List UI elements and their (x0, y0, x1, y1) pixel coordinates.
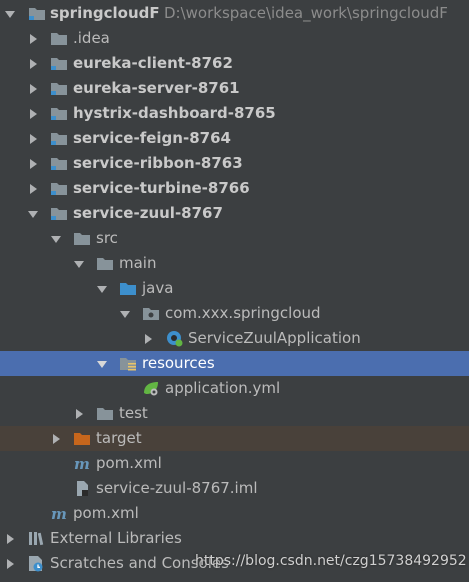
module-folder-icon (28, 5, 46, 22)
tree-label: pom.xml (96, 454, 162, 472)
module-folder-icon (50, 80, 68, 97)
project-path: D:\workspace\idea_work\springcloudF (164, 4, 448, 22)
chevron-right-icon[interactable] (27, 108, 39, 120)
chevron-right-icon[interactable] (73, 408, 85, 420)
chevron-right-icon[interactable] (27, 183, 39, 195)
tree-label: service-ribbon-8763 (73, 154, 243, 172)
tree-row-target[interactable]: target (0, 426, 469, 451)
tree-label: ServiceZuulApplication (188, 329, 361, 347)
folder-icon (96, 405, 114, 422)
chevron-down-icon[interactable] (4, 8, 16, 20)
tree-label: application.yml (165, 379, 281, 397)
tree-row-src[interactable]: src (0, 226, 469, 251)
module-folder-icon (50, 180, 68, 197)
folder-icon (50, 30, 68, 47)
tree-row-test[interactable]: test (0, 401, 469, 426)
tree-row-root-pom[interactable]: m pom.xml (0, 501, 469, 526)
maven-icon: m (73, 455, 91, 473)
module-folder-icon (50, 105, 68, 122)
tree-label: eureka-client-8762 (73, 54, 233, 72)
folder-icon (73, 230, 91, 247)
chevron-right-icon[interactable] (4, 533, 16, 545)
excluded-folder-icon (73, 430, 91, 447)
tree-label: test (119, 404, 148, 422)
tree-row-zuul-iml[interactable]: service-zuul-8767.iml (0, 476, 469, 501)
spring-boot-class-icon (165, 330, 183, 347)
tree-row-eureka-server[interactable]: eureka-server-8761 (0, 76, 469, 101)
tree-row-resources[interactable]: resources (0, 351, 469, 376)
module-file-icon (73, 480, 91, 497)
module-folder-icon (50, 205, 68, 222)
chevron-down-icon[interactable] (50, 233, 62, 245)
tree-row-eureka-client[interactable]: eureka-client-8762 (0, 51, 469, 76)
resources-folder-icon (119, 355, 137, 372)
tree-row-external-libraries[interactable]: External Libraries (0, 526, 469, 551)
scratches-icon (27, 555, 45, 572)
tree-row-main[interactable]: main (0, 251, 469, 276)
svg-text:m: m (74, 455, 90, 472)
project-name: springcloudF (50, 4, 160, 22)
tree-label: resources (142, 354, 215, 372)
chevron-right-icon[interactable] (27, 158, 39, 170)
tree-row-package[interactable]: com.xxx.springcloud (0, 301, 469, 326)
tree-row-application-yml[interactable]: application.yml (0, 376, 469, 401)
chevron-right-icon[interactable] (27, 58, 39, 70)
chevron-right-icon[interactable] (27, 83, 39, 95)
tree-row-service-zuul[interactable]: service-zuul-8767 (0, 201, 469, 226)
module-folder-icon (50, 55, 68, 72)
tree-label: pom.xml (73, 504, 139, 522)
chevron-right-icon[interactable] (27, 33, 39, 45)
module-folder-icon (50, 130, 68, 147)
tree-row-app-class[interactable]: ServiceZuulApplication (0, 326, 469, 351)
chevron-down-icon[interactable] (73, 258, 85, 270)
spring-config-icon (142, 380, 160, 397)
tree-label: main (119, 254, 157, 272)
tree-label: External Libraries (50, 529, 182, 547)
chevron-right-icon[interactable] (142, 333, 154, 345)
tree-label: service-zuul-8767 (73, 204, 223, 222)
source-folder-icon (119, 280, 137, 297)
tree-label: eureka-server-8761 (73, 79, 240, 97)
tree-label: java (142, 279, 174, 297)
chevron-right-icon[interactable] (27, 133, 39, 145)
tree-row-java[interactable]: java (0, 276, 469, 301)
tree-row-hystrix-dashboard[interactable]: hystrix-dashboard-8765 (0, 101, 469, 126)
chevron-right-icon[interactable] (50, 433, 62, 445)
tree-label: target (96, 429, 142, 447)
tree-label: service-turbine-8766 (73, 179, 250, 197)
tree-label: service-zuul-8767.iml (96, 479, 258, 497)
tree-row-project-root[interactable]: springcloudF D:\workspace\idea_work\spri… (0, 1, 469, 26)
tree-row-zuul-pom[interactable]: m pom.xml (0, 451, 469, 476)
chevron-down-icon[interactable] (119, 308, 131, 320)
watermark-text: https://blog.csdn.net/czg15738492952 (195, 553, 467, 569)
chevron-down-icon[interactable] (27, 208, 39, 220)
chevron-right-icon[interactable] (4, 558, 16, 570)
tree-label: hystrix-dashboard-8765 (73, 104, 276, 122)
svg-text:m: m (51, 505, 67, 522)
chevron-down-icon[interactable] (96, 283, 108, 295)
tree-label: service-feign-8764 (73, 129, 231, 147)
module-folder-icon (50, 155, 68, 172)
tree-row-service-feign[interactable]: service-feign-8764 (0, 126, 469, 151)
tree-row-service-turbine[interactable]: service-turbine-8766 (0, 176, 469, 201)
tree-row-service-ribbon[interactable]: service-ribbon-8763 (0, 151, 469, 176)
folder-icon (96, 255, 114, 272)
tree-label: com.xxx.springcloud (165, 304, 321, 322)
package-icon (142, 305, 160, 322)
tree-row-idea[interactable]: .idea (0, 26, 469, 51)
tree-label: src (96, 229, 118, 247)
maven-icon: m (50, 505, 68, 523)
library-icon (27, 530, 45, 547)
tree-label: .idea (73, 29, 110, 47)
chevron-down-icon[interactable] (96, 358, 108, 370)
